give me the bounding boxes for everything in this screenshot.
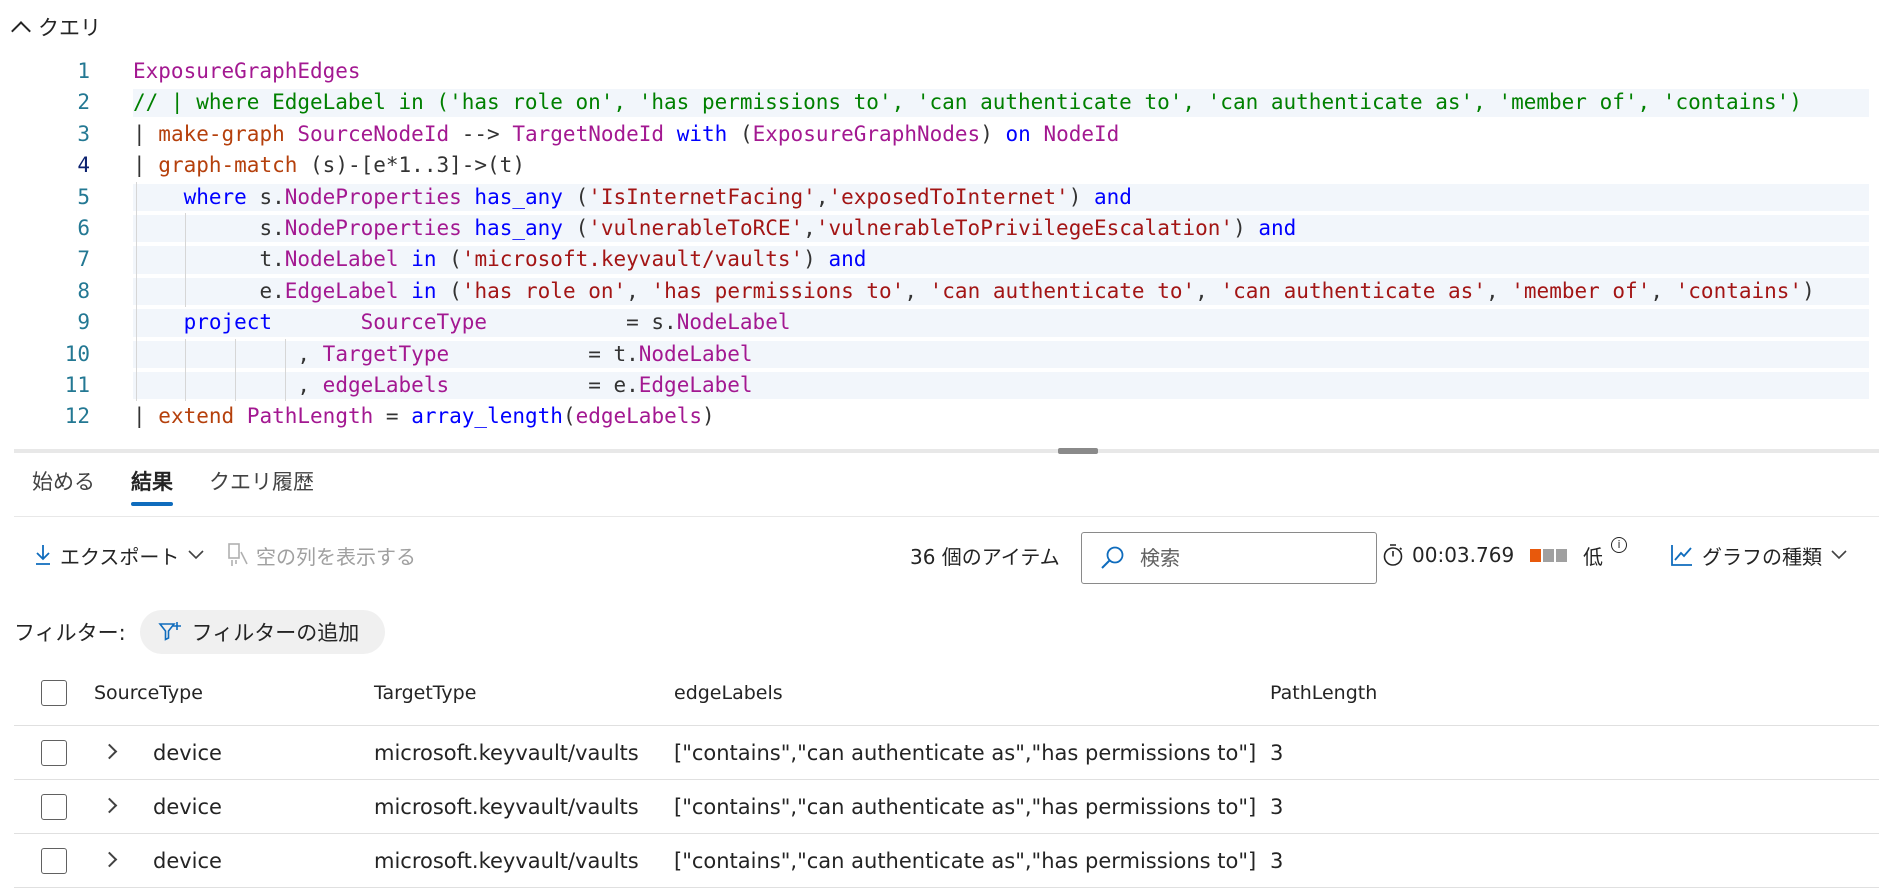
code-line: | make-graph SourceNodeId --> TargetNode… — [133, 121, 1120, 146]
filter-add-icon — [158, 622, 181, 641]
query-section-toggle[interactable]: クエリ — [11, 12, 101, 42]
line-number: 7 — [77, 247, 90, 272]
export-button[interactable]: エクスポート — [34, 530, 205, 580]
show-empty-columns-label: 空の列を表示する — [256, 544, 416, 569]
chevron-down-icon — [1831, 550, 1847, 560]
tab-query-history[interactable]: クエリ履歴 — [191, 462, 332, 508]
chevron-right-icon[interactable] — [101, 797, 118, 814]
select-all-checkbox[interactable] — [41, 679, 67, 706]
cell-targettype: microsoft.keyvault/vaults — [374, 794, 639, 819]
code-line: | graph-match (s)-[e*1..3]->(t) — [133, 153, 525, 178]
export-label: エクスポート — [60, 544, 180, 569]
add-filter-button[interactable]: フィルターの追加 — [139, 610, 386, 654]
query-section-title: クエリ — [38, 16, 101, 40]
filter-label: フィルター: — [14, 621, 126, 645]
line-number: 4 — [77, 153, 90, 178]
code-line: t.NodeLabel in ('microsoft.keyvault/vaul… — [259, 247, 867, 272]
code-line: s.NodeProperties has_any ('vulnerableToR… — [259, 215, 1297, 240]
results-toolbar: エクスポート 空の列を表示する 36 個のアイテム 00:03.769 低 i … — [14, 530, 1879, 584]
line-number: 12 — [64, 404, 90, 429]
row-checkbox[interactable] — [41, 739, 67, 766]
cell-sourcetype: device — [153, 794, 222, 819]
code-line: // | where EdgeLabel in ('has role on', … — [133, 90, 1802, 115]
line-number: 3 — [77, 121, 90, 146]
filter-row: フィルター: フィルターの追加 — [14, 610, 386, 654]
cost-indicator: 低 i — [1530, 530, 1627, 580]
row-checkbox[interactable] — [41, 793, 67, 820]
cost-bar-filled — [1530, 548, 1541, 562]
search-icon — [1101, 546, 1124, 569]
search-input[interactable] — [1138, 545, 1358, 571]
code-line: where s.NodeProperties has_any ('IsInter… — [183, 184, 1132, 209]
column-header-pathlength[interactable]: PathLength — [1270, 660, 1377, 725]
code-line: | extend PathLength = array_length(edgeL… — [133, 404, 715, 429]
cell-edgelabels: ["contains","can authenticate as","has p… — [674, 794, 1257, 819]
cell-targettype: microsoft.keyvault/vaults — [374, 848, 639, 873]
table-row[interactable]: device microsoft.keyvault/vaults ["conta… — [14, 780, 1879, 834]
table-header: SourceType TargetType edgeLabels PathLen… — [14, 660, 1879, 726]
cell-targettype: microsoft.keyvault/vaults — [374, 740, 639, 765]
chart-line-icon — [1671, 545, 1692, 566]
cost-bars — [1530, 548, 1569, 562]
cell-pathlength: 3 — [1270, 848, 1284, 873]
results-tabs: 始める 結果 クエリ履歴 — [14, 462, 332, 508]
cell-sourcetype: device — [153, 848, 222, 873]
chevron-right-icon[interactable] — [101, 851, 118, 868]
code-line: , TargetType = t.NodeLabel — [297, 341, 753, 366]
line-number: 2 — [77, 90, 90, 115]
chevron-down-icon — [188, 550, 204, 560]
add-filter-label: フィルターの追加 — [191, 621, 360, 645]
tab-get-started[interactable]: 始める — [14, 462, 113, 508]
elapsed-time: 00:03.769 — [1382, 530, 1514, 580]
cost-bar-empty — [1543, 548, 1554, 562]
download-icon — [36, 545, 50, 565]
splitter-handle[interactable] — [1058, 448, 1098, 454]
cost-bar-empty — [1556, 548, 1567, 562]
item-count: 36 個のアイテム — [910, 544, 1060, 569]
cell-edgelabels: ["contains","can authenticate as","has p… — [674, 848, 1257, 873]
line-number: 11 — [64, 372, 90, 397]
cost-label: 低 — [1583, 544, 1603, 569]
info-icon[interactable]: i — [1611, 537, 1627, 553]
row-checkbox[interactable] — [41, 847, 67, 874]
query-editor[interactable]: 1 ExposureGraphEdges 2 // | where EdgeLabe… — [0, 56, 1879, 448]
cell-sourcetype: device — [153, 740, 222, 765]
line-number: 8 — [77, 278, 90, 303]
pane-splitter — [14, 449, 1879, 453]
code-line: project SourceType = s.NodeLabel — [183, 310, 791, 335]
line-number: 5 — [77, 184, 90, 209]
chevron-up-icon — [11, 21, 31, 41]
column-header-targettype[interactable]: TargetType — [374, 660, 476, 725]
code-line: , edgeLabels = e.EdgeLabel — [297, 372, 753, 397]
tabs-divider — [14, 516, 1879, 517]
line-number: 6 — [77, 215, 90, 240]
column-header-sourcetype[interactable]: SourceType — [94, 660, 203, 725]
table-row[interactable]: device microsoft.keyvault/vaults ["conta… — [14, 834, 1879, 888]
tab-results[interactable]: 結果 — [113, 462, 191, 508]
chevron-right-icon[interactable] — [101, 743, 118, 760]
elapsed-time-value: 00:03.769 — [1412, 543, 1515, 567]
stopwatch-icon — [1383, 544, 1403, 566]
cell-pathlength: 3 — [1270, 794, 1284, 819]
column-header-edgelabels[interactable]: edgeLabels — [674, 660, 783, 725]
code-line: e.EdgeLabel in ('has role on', 'has perm… — [259, 278, 1815, 303]
chart-type-button[interactable]: グラフの種類 — [1670, 530, 1848, 580]
chart-type-label: グラフの種類 — [1702, 544, 1822, 569]
search-box[interactable] — [1081, 532, 1377, 584]
line-number: 9 — [77, 310, 90, 335]
code-line: ExposureGraphEdges — [133, 59, 361, 83]
results-table: SourceType TargetType edgeLabels PathLen… — [14, 660, 1879, 888]
column-icon — [228, 543, 248, 566]
cell-pathlength: 3 — [1270, 740, 1284, 765]
show-empty-columns-button[interactable]: 空の列を表示する — [226, 530, 416, 580]
cell-edgelabels: ["contains","can authenticate as","has p… — [674, 740, 1257, 765]
table-row[interactable]: device microsoft.keyvault/vaults ["conta… — [14, 726, 1879, 780]
line-number: 1 — [77, 59, 90, 83]
line-number: 10 — [64, 341, 90, 366]
